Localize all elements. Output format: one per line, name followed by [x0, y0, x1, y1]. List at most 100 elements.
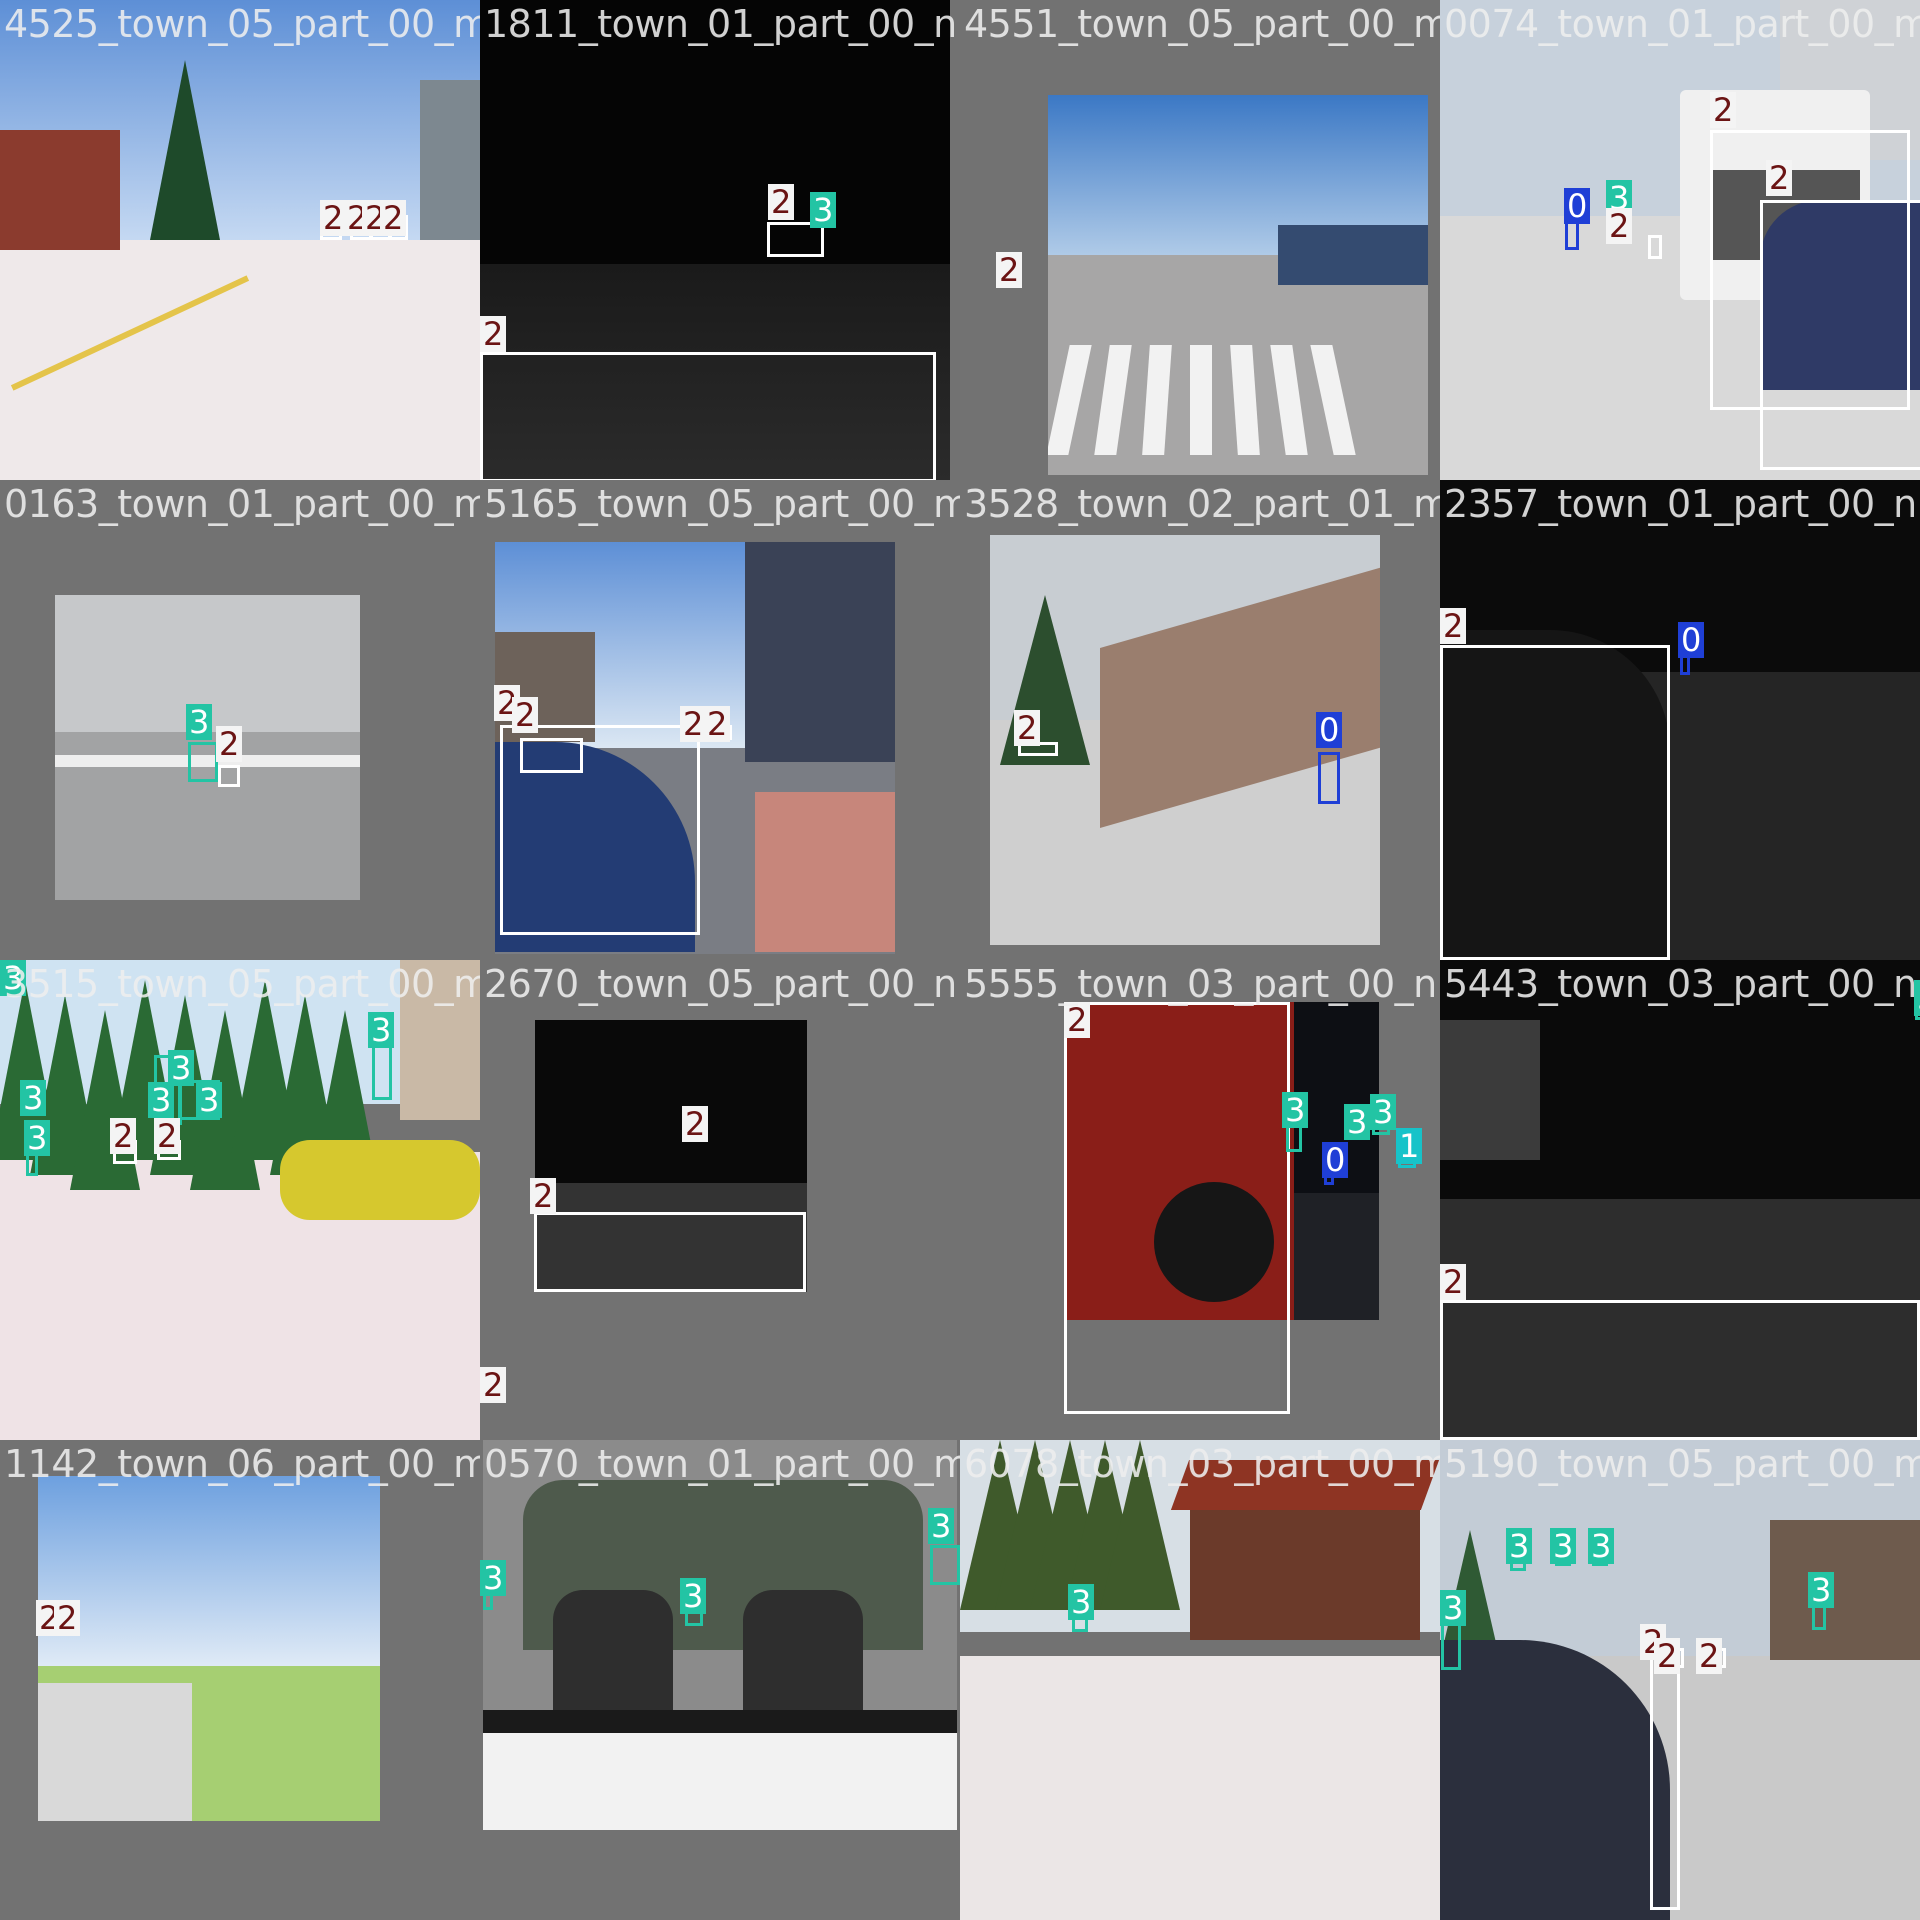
- mosaic-tile: 0570_town_01_part_00_morning_right_forwa…: [480, 1440, 960, 1920]
- class-label: 3: [368, 1012, 395, 1048]
- class-label: 3: [810, 192, 837, 228]
- class-label: 2: [480, 316, 507, 352]
- class-label: 2: [1654, 1638, 1681, 1674]
- class-label: 2: [1606, 208, 1633, 244]
- bounding-box: [1650, 1640, 1680, 1910]
- building: [745, 542, 895, 762]
- mosaic-tile: 0163_town_01_part_00_morning_front_fishe…: [0, 480, 480, 960]
- detection-mosaic: 4525_town_05_part_00_morning_front_fishe…: [0, 0, 1920, 1920]
- class-label: 3: [1440, 1590, 1467, 1626]
- scene-image: [483, 1440, 957, 1830]
- crosswalk-stripe: [1190, 345, 1212, 455]
- tile-filename: 2357_town_01_part_00_night_left_forward: [1444, 482, 1920, 526]
- house: [1190, 1500, 1420, 1640]
- scene-image: [38, 1476, 380, 1821]
- class-label: 2: [768, 184, 795, 220]
- bounding-box: [1760, 200, 1920, 470]
- class-label: 2: [1696, 1638, 1723, 1674]
- floor: [483, 1732, 957, 1830]
- tree-shape: [150, 60, 220, 240]
- class-label: 3: [928, 1508, 955, 1544]
- tile-filename: 3515_town_05_part_00_morning_front_fishe: [4, 962, 480, 1006]
- mosaic-tile: 4551_town_05_part_00_morning_rear.jpg 2: [960, 0, 1440, 480]
- building: [1278, 225, 1428, 285]
- class-label: 2: [680, 706, 707, 742]
- class-label: 3: [1068, 1584, 1095, 1620]
- class-label: 2: [480, 1367, 507, 1403]
- class-label: 3: [1506, 1528, 1533, 1564]
- scene-image: [1440, 1440, 1920, 1920]
- building: [0, 130, 120, 250]
- class-label: 2: [320, 200, 347, 236]
- class-label: 2: [1766, 160, 1793, 196]
- scene-image: [960, 1440, 1440, 1920]
- class-label: 2: [110, 1118, 137, 1154]
- bounding-box: [1440, 1300, 1920, 1440]
- mosaic-tile: 5190_town_05_part_00_morning_left_forwar…: [1440, 1440, 1920, 1920]
- tile-filename: 5190_town_05_part_00_morning_left_forwar…: [1444, 1442, 1920, 1486]
- mosaic-tile: 1811_town_01_part_00_night_front_fishe23…: [480, 0, 960, 480]
- class-label: 0: [1564, 188, 1591, 224]
- class-label: 3: [1550, 1528, 1577, 1564]
- class-label: 3: [186, 704, 213, 740]
- building: [1770, 1520, 1920, 1660]
- class-label: 0: [1316, 712, 1343, 748]
- sidewalk: [755, 792, 895, 952]
- class-label: 3: [196, 1082, 223, 1118]
- hedge: [280, 1140, 480, 1220]
- scene-image: [0, 960, 480, 1440]
- seat: [743, 1590, 863, 1710]
- tile-filename: 6078_town_03_part_00_morning_front_narro…: [964, 1442, 1440, 1486]
- sky-area: [38, 1476, 380, 1666]
- road-surface: [960, 1656, 1440, 1920]
- tile-filename: 5165_town_05_part_00_morning_front_fishe: [484, 482, 960, 526]
- bounding-box: [480, 352, 936, 480]
- class-label: 2: [704, 706, 731, 742]
- class-label: 2: [216, 726, 243, 762]
- class-label: 2: [1440, 608, 1467, 644]
- class-label: 2: [380, 200, 407, 236]
- bounding-box: [534, 1212, 806, 1292]
- class-label: 3: [1588, 1528, 1615, 1564]
- class-label: 3: [1344, 1104, 1371, 1140]
- building: [1440, 1020, 1540, 1160]
- mosaic-tile: 4525_town_05_part_00_morning_front_fishe…: [0, 0, 480, 480]
- mosaic-tile: 5165_town_05_part_00_morning_front_fishe…: [480, 480, 960, 960]
- class-label: 3: [1808, 1572, 1835, 1608]
- bounding-box: [1648, 235, 1662, 259]
- bounding-box: [930, 1545, 960, 1585]
- class-label: 3: [168, 1050, 195, 1086]
- class-label: 3: [24, 1120, 51, 1156]
- bounding-box: [500, 725, 700, 935]
- class-label: 0: [1678, 622, 1705, 658]
- tile-filename: 0074_town_01_part_00_morning_front_fishe: [1444, 2, 1920, 46]
- class-label: 1: [1396, 1128, 1423, 1164]
- seat: [553, 1590, 673, 1710]
- tile-filename: 5443_town_03_part_00_night_right_forward: [1444, 962, 1920, 1006]
- tile-filename: 3528_town_02_part_01_morning_right_rear: [964, 482, 1440, 526]
- tile-filename: 1811_town_01_part_00_night_front_fishe: [484, 2, 960, 46]
- tile-filename: 2670_town_05_part_00_night_front_narrow: [484, 962, 960, 1006]
- class-label: 2: [996, 252, 1023, 288]
- class-label: 3: [480, 1560, 507, 1596]
- class-label: 3: [20, 1080, 47, 1116]
- tile-filename: 0570_town_01_part_00_morning_right_forwa…: [484, 1442, 960, 1486]
- class-label: 3: [1282, 1092, 1309, 1128]
- road-surface: [38, 1683, 192, 1821]
- class-label: 2: [1440, 1264, 1467, 1300]
- mosaic-tile: 5443_town_03_part_00_night_right_forward…: [1440, 960, 1920, 1440]
- bounding-box: [218, 765, 240, 787]
- mosaic-tile: 5555_town_03_part_00_night_rear.jpg23330…: [960, 960, 1440, 1440]
- tile-filename: 5555_town_03_part_00_night_rear.jpg: [964, 962, 1440, 1006]
- bounding-box: [188, 742, 218, 782]
- scene-image: [0, 0, 480, 480]
- class-label: 3: [1370, 1094, 1397, 1130]
- tile-filename: 1142_town_06_part_00_midday_right_forwar…: [4, 1442, 480, 1486]
- building: [420, 80, 480, 240]
- mosaic-tile: 3528_town_02_part_01_morning_right_rear 2…: [960, 480, 1440, 960]
- class-label: 2: [1710, 92, 1737, 128]
- class-label: 2: [154, 1118, 181, 1154]
- class-label: 2: [1014, 710, 1041, 746]
- class-label: 2: [530, 1178, 557, 1214]
- scene-image: [1048, 95, 1428, 475]
